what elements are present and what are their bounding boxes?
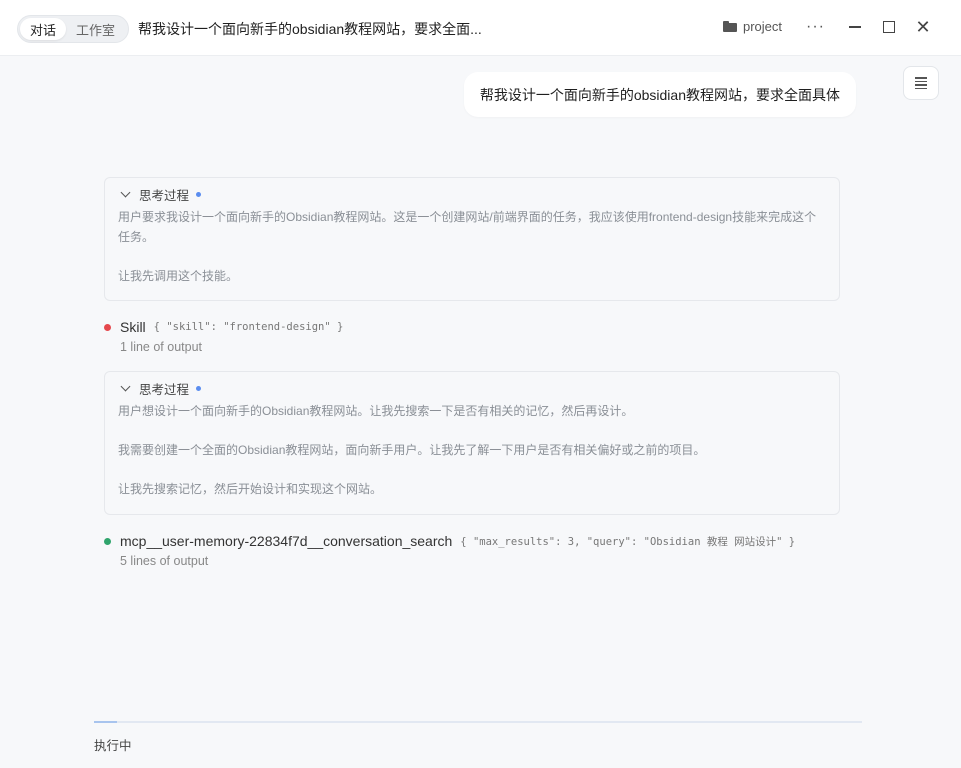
thinking-line: 我需要创建一个全面的Obsidian教程网站，面向新手用户。让我先了解一下用户是… [118, 443, 706, 457]
status-text: 执行中 [94, 739, 132, 753]
thinking-line: 让我先调用这个技能。 [118, 269, 239, 283]
outline-toggle-button[interactable] [903, 66, 939, 100]
progress-fill [94, 721, 118, 723]
tool-name: mcp__user-memory-22834f7d__conversation_… [120, 533, 453, 549]
folder-icon [723, 21, 737, 32]
user-message: 帮我设计一个面向新手的obsidian教程网站，要求全面具体 [463, 72, 856, 117]
title-bar: 对话 工作室 帮我设计一个面向新手的obsidian教程网站，要求全面... p… [0, 0, 961, 56]
tab-studio[interactable]: 工作室 [66, 18, 125, 40]
minimize-icon[interactable] [845, 17, 865, 37]
thinking-content: 用户要求我设计一个面向新手的Obsidian教程网站。这是一个创建网站/前端界面… [118, 207, 827, 286]
thinking-line: 让我先搜索记忆，然后开始设计和实现这个网站。 [118, 482, 383, 496]
tool-output-summary[interactable]: 5 lines of output [120, 554, 795, 568]
thinking-header[interactable]: 思考过程 [118, 187, 827, 203]
thinking-label: 思考过程 [139, 382, 190, 397]
tool-args: { "skill": "frontend-design" } [153, 321, 344, 333]
progress-bar [94, 721, 862, 723]
tool-call[interactable]: mcp__user-memory-22834f7d__conversation_… [104, 533, 795, 568]
chevron-down-icon [120, 187, 131, 198]
error-status-dot [104, 323, 111, 331]
window-title: 帮我设计一个面向新手的obsidian教程网站，要求全面... [138, 21, 482, 37]
thinking-label: 思考过程 [139, 188, 190, 203]
tool-output-summary[interactable]: 1 line of output [120, 340, 343, 354]
tool-args: { "max_results": 3, "query": "Obsidian 教… [460, 535, 796, 548]
thinking-line: 用户想设计一个面向新手的Obsidian教程网站。让我先搜索一下是否有相关的记忆… [118, 404, 634, 418]
maximize-icon[interactable] [879, 17, 899, 37]
chevron-down-icon [120, 381, 131, 392]
project-button[interactable]: project [723, 19, 782, 34]
project-label: project [743, 19, 783, 34]
thinking-header[interactable]: 思考过程 [118, 381, 827, 397]
thinking-indicator-dot [196, 385, 202, 391]
tool-name: Skill [120, 319, 146, 335]
tab-conversation[interactable]: 对话 [20, 18, 67, 40]
mode-switcher: 对话 工作室 [17, 15, 129, 43]
thinking-content: 用户想设计一个面向新手的Obsidian教程网站。让我先搜索一下是否有相关的记忆… [118, 401, 827, 499]
success-status-dot [104, 537, 111, 545]
thinking-panel: 思考过程 用户想设计一个面向新手的Obsidian教程网站。让我先搜索一下是否有… [104, 371, 840, 515]
more-options-icon[interactable]: ··· [806, 18, 825, 36]
thinking-indicator-dot [196, 191, 202, 197]
thinking-panel: 思考过程 用户要求我设计一个面向新手的Obsidian教程网站。这是一个创建网站… [104, 177, 840, 301]
close-icon[interactable]: ✕ [913, 17, 933, 37]
tool-call[interactable]: Skill { "skill": "frontend-design" } 1 l… [104, 319, 343, 354]
thinking-line: 用户要求我设计一个面向新手的Obsidian教程网站。这是一个创建网站/前端界面… [118, 210, 817, 244]
list-icon [915, 77, 927, 89]
